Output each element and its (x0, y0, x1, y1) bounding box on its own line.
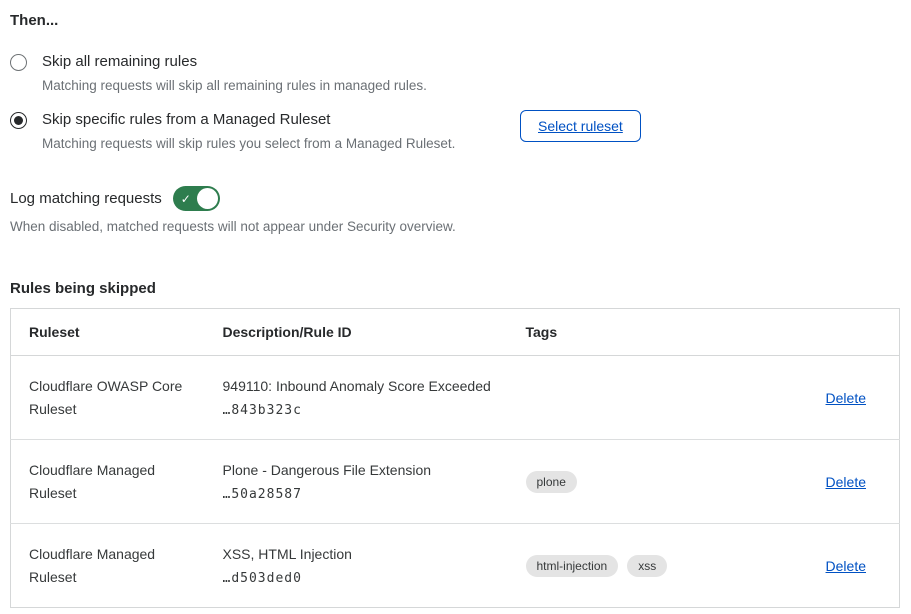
ruleset-name: Cloudflare Managed Ruleset (11, 524, 205, 608)
rule-description: XSS, HTML Injection (223, 545, 508, 563)
action-cell: Delete (748, 356, 900, 440)
waf-skip-rule-panel: Then... Skip all remaining rules Matchin… (0, 0, 911, 608)
column-header-description: Description/Rule ID (205, 309, 508, 356)
action-cell: Delete (748, 524, 900, 608)
radio-skip-all-remaining[interactable] (10, 54, 27, 71)
log-help-text: When disabled, matched requests will not… (10, 219, 900, 234)
ruleset-name: Cloudflare OWASP Core Ruleset (11, 356, 205, 440)
check-icon: ✓ (181, 192, 191, 204)
option-skip-all-remaining: Skip all remaining rules Matching reques… (10, 53, 900, 95)
column-header-ruleset: Ruleset (11, 309, 205, 356)
rule-id: …50a28587 (223, 487, 508, 502)
log-matching-row: Log matching requests ✓ (10, 186, 900, 211)
ruleset-name: Cloudflare Managed Ruleset (11, 440, 205, 524)
column-header-tags: Tags (508, 309, 748, 356)
rule-id: …d503ded0 (223, 571, 508, 586)
option-description: Matching requests will skip rules you se… (42, 135, 520, 153)
log-matching-label: Log matching requests (10, 190, 162, 207)
rule-id: …843b323c (223, 403, 508, 418)
toggle-knob (197, 188, 218, 209)
rules-skipped-heading: Rules being skipped (10, 280, 900, 297)
tag-list: html-injection xss (508, 524, 748, 608)
option-label[interactable]: Skip specific rules from a Managed Rules… (42, 111, 520, 128)
option-skip-specific-rules: Skip specific rules from a Managed Rules… (10, 111, 900, 153)
rules-table: Ruleset Description/Rule ID Tags Cloudfl… (10, 308, 900, 608)
radio-skip-specific-rules[interactable] (10, 112, 27, 129)
option-text-block: Skip specific rules from a Managed Rules… (42, 111, 520, 153)
table-row: Cloudflare OWASP Core Ruleset 949110: In… (11, 356, 900, 440)
table-header-row: Ruleset Description/Rule ID Tags (11, 309, 900, 356)
description-cell: Plone - Dangerous File Extension …50a285… (205, 440, 508, 524)
option-text-block: Skip all remaining rules Matching reques… (42, 53, 520, 95)
delete-link[interactable]: Delete (826, 390, 866, 406)
then-heading: Then... (10, 12, 900, 29)
delete-link[interactable]: Delete (826, 474, 866, 490)
log-matching-toggle[interactable]: ✓ (173, 186, 220, 211)
tag-list (508, 356, 748, 440)
tag-pill: xss (627, 555, 667, 577)
column-header-action (748, 309, 900, 356)
description-cell: 949110: Inbound Anomaly Score Exceeded …… (205, 356, 508, 440)
option-label[interactable]: Skip all remaining rules (42, 53, 520, 70)
tag-pill: plone (526, 471, 577, 493)
tag-pill: html-injection (526, 555, 619, 577)
rule-description: Plone - Dangerous File Extension (223, 461, 508, 479)
select-ruleset-button[interactable]: Select ruleset (520, 110, 641, 142)
table-row: Cloudflare Managed Ruleset XSS, HTML Inj… (11, 524, 900, 608)
tag-list: plone (508, 440, 748, 524)
option-description: Matching requests will skip all remainin… (42, 77, 520, 95)
description-cell: XSS, HTML Injection …d503ded0 (205, 524, 508, 608)
rule-description: 949110: Inbound Anomaly Score Exceeded (223, 377, 508, 395)
action-cell: Delete (748, 440, 900, 524)
table-row: Cloudflare Managed Ruleset Plone - Dange… (11, 440, 900, 524)
delete-link[interactable]: Delete (826, 558, 866, 574)
